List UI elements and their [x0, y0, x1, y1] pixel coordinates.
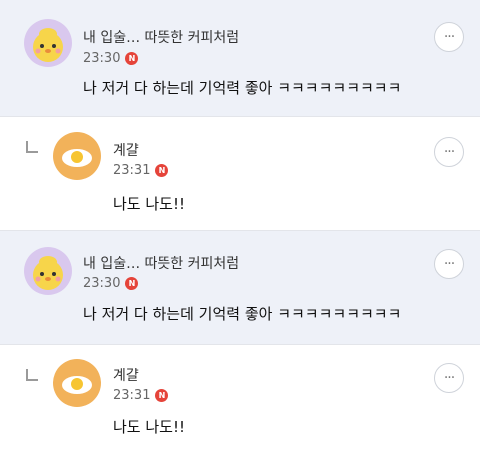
- comment-author[interactable]: 내 입술… 따뜻한 커피처럼: [83, 27, 239, 47]
- new-badge-icon: N: [155, 164, 169, 177]
- comment-meta: 23:31 N: [113, 163, 169, 178]
- fried-egg-avatar[interactable]: [53, 132, 101, 180]
- reply-arrow-icon: [26, 141, 38, 153]
- comment-time: 23:31: [113, 163, 151, 178]
- comment-meta: 23:30 N: [83, 276, 139, 291]
- comment-time: 23:30: [83, 51, 121, 66]
- comment-time: 23:31: [113, 388, 151, 403]
- more-options-button[interactable]: ···: [434, 363, 464, 393]
- chick-character-avatar[interactable]: [24, 19, 72, 67]
- comment-author[interactable]: 계걀: [113, 365, 139, 385]
- comment-author[interactable]: 내 입술… 따뜻한 커피처럼: [83, 253, 239, 273]
- more-options-button[interactable]: ···: [434, 22, 464, 52]
- reply-item: 계걀 23:31 N 나도 나도!! ···: [0, 345, 480, 454]
- chick-character-avatar[interactable]: [24, 247, 72, 295]
- comment-text: 나도 나도!!: [113, 195, 185, 213]
- comment-item: 내 입술… 따뜻한 커피처럼 23:30 N 나 저거 다 하는데 기억력 좋아…: [0, 0, 480, 116]
- fried-egg-avatar[interactable]: [53, 359, 101, 407]
- new-badge-icon: N: [125, 52, 139, 65]
- comment-item: 내 입술… 따뜻한 커피처럼 23:30 N 나 저거 다 하는데 기억력 좋아…: [0, 231, 480, 344]
- comment-text: 나 저거 다 하는데 기억력 좋아 ㅋㅋㅋㅋㅋㅋㅋㅋㅋ: [83, 79, 402, 97]
- new-badge-icon: N: [155, 389, 169, 402]
- more-options-button[interactable]: ···: [434, 137, 464, 167]
- more-options-button[interactable]: ···: [434, 249, 464, 279]
- comment-author[interactable]: 계걀: [113, 140, 139, 160]
- reply-item: 계걀 23:31 N 나도 나도!! ···: [0, 117, 480, 230]
- comment-meta: 23:30 N: [83, 51, 139, 66]
- comment-meta: 23:31 N: [113, 388, 169, 403]
- new-badge-icon: N: [125, 277, 139, 290]
- comment-time: 23:30: [83, 276, 121, 291]
- comment-text: 나 저거 다 하는데 기억력 좋아 ㅋㅋㅋㅋㅋㅋㅋㅋㅋ: [83, 305, 402, 323]
- reply-arrow-icon: [26, 369, 38, 381]
- comment-text: 나도 나도!!: [113, 418, 185, 436]
